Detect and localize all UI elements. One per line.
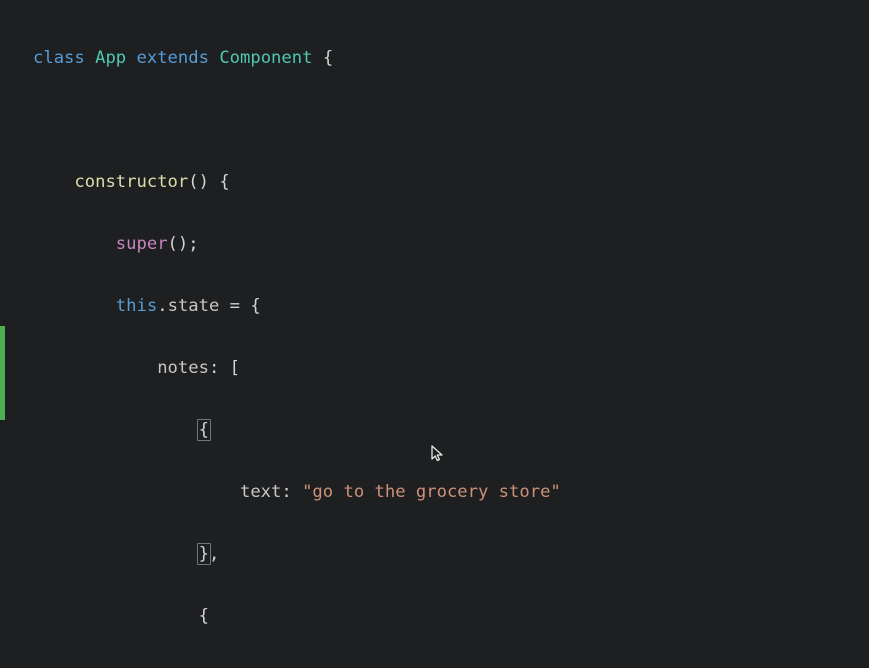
tok-notes: notes [157, 358, 209, 378]
tok-keyword-class: class [33, 48, 85, 68]
code-line[interactable] [33, 105, 869, 136]
tok-brace: { [219, 172, 229, 192]
tok-class-component: Component [219, 48, 312, 68]
tok-dot: . [157, 296, 167, 316]
tok-eq: = [219, 296, 250, 316]
code-line[interactable]: class App extends Component { [33, 43, 869, 74]
tok-brace: { [323, 48, 333, 68]
tok-bracket: [ [230, 358, 240, 378]
tok-constructor: constructor [74, 172, 188, 192]
code-line[interactable]: notes: [ [33, 353, 869, 384]
code-line[interactable]: { [33, 601, 869, 632]
code-line[interactable]: text: "go to the grocery store" [33, 477, 869, 508]
tok-text-key: text [240, 482, 281, 502]
tok-super: super [116, 234, 168, 254]
tok-brace-matched: { [197, 419, 211, 441]
code-line[interactable]: }, [33, 539, 869, 570]
tok-paren: ) [199, 172, 209, 192]
code-line[interactable]: text: 'read medium article about enginee… [33, 663, 869, 668]
tok-string: "go to the grocery store" [302, 482, 561, 502]
tok-brace: { [199, 606, 209, 626]
tok-colon: : [209, 358, 230, 378]
code-line[interactable]: this.state = { [33, 291, 869, 322]
code-line[interactable]: constructor() { [33, 167, 869, 198]
tok-brace: { [250, 296, 260, 316]
tok-comma: , [209, 544, 219, 564]
tok-this: this [116, 296, 157, 316]
tok-call: (); [168, 234, 199, 254]
tok-class-app: App [95, 48, 126, 68]
tok-state: state [168, 296, 220, 316]
code-line[interactable]: { [33, 415, 869, 446]
tok-paren: ( [188, 172, 198, 192]
code-editor[interactable]: class App extends Component { constructo… [0, 0, 869, 668]
tok-colon: : [281, 482, 302, 502]
tok-keyword-extends: extends [137, 48, 209, 68]
code-line[interactable]: super(); [33, 229, 869, 260]
